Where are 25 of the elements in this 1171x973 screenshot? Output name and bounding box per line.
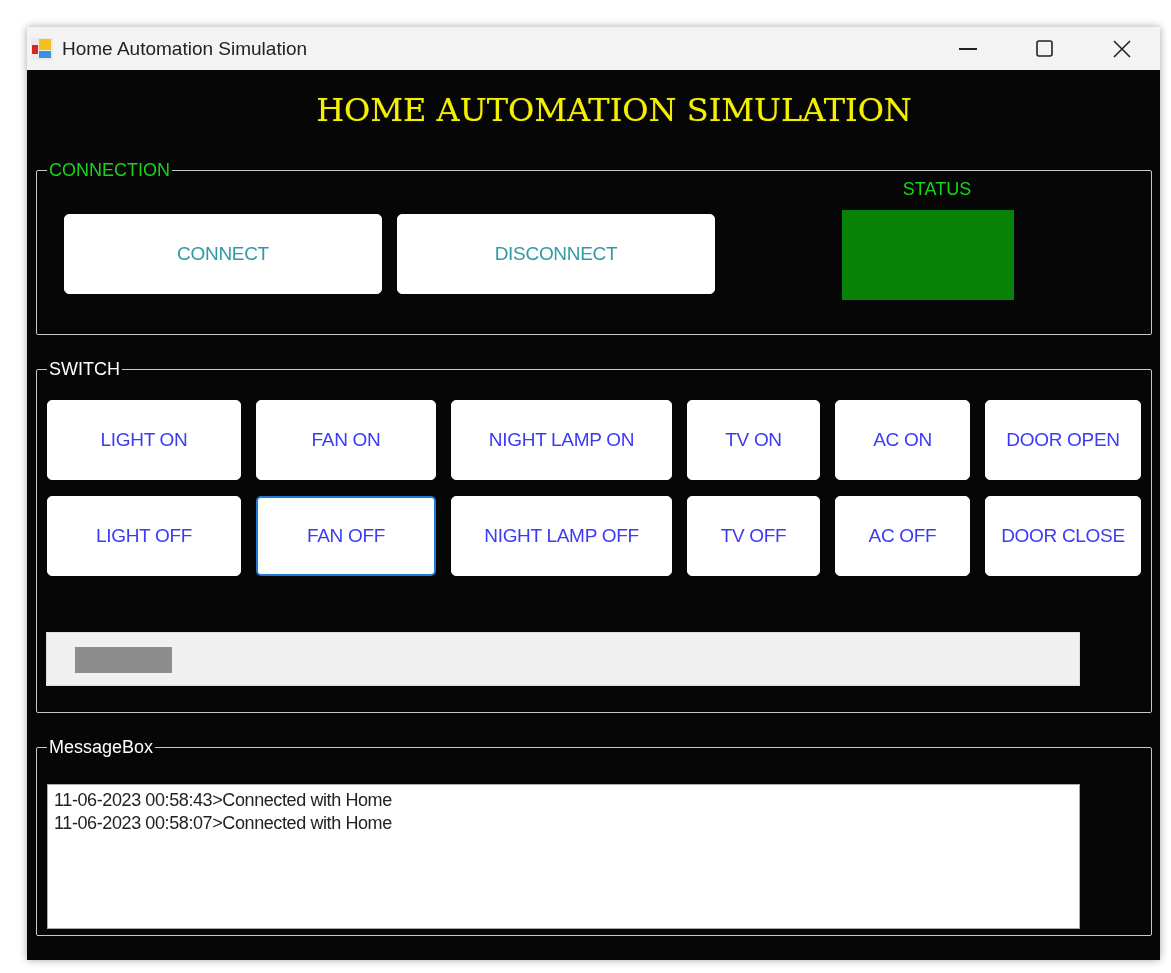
status-label: STATUS (902, 179, 972, 200)
switch-button[interactable]: AC ON (835, 400, 970, 480)
switch-button[interactable]: TV ON (687, 400, 820, 480)
switch-button[interactable]: LIGHT ON (47, 400, 241, 480)
close-icon[interactable] (1112, 39, 1131, 58)
switch-button[interactable]: TV OFF (687, 496, 820, 576)
log-line: 11-06-2023 00:58:07>Connected with Home (54, 812, 393, 835)
minimize-icon[interactable] (958, 47, 977, 50)
switch-button[interactable]: NIGHT LAMP OFF (451, 496, 672, 576)
switch-button[interactable]: FAN ON (256, 400, 436, 480)
group-label: SWITCH (48, 359, 121, 380)
app-icon (30, 36, 54, 61)
group-label: CONNECTION (48, 160, 171, 181)
switch-button[interactable]: NIGHT LAMP ON (451, 400, 672, 480)
window-title: Home Automation Simulation (62, 37, 308, 60)
group-label: MessageBox (48, 737, 155, 758)
maximize-icon[interactable] (1036, 40, 1053, 57)
log-line: 11-06-2023 00:58:43>Connected with Home (54, 789, 393, 812)
switch-button[interactable]: FAN OFF (256, 496, 436, 576)
switch-button[interactable]: LIGHT OFF (47, 496, 241, 576)
switch-button[interactable]: DOOR OPEN (985, 400, 1141, 480)
app-heading: HOME AUTOMATION SIMULATION (315, 90, 913, 131)
switch-button[interactable]: DOOR CLOSE (985, 496, 1141, 576)
message-text-area[interactable]: 11-06-2023 00:58:43>Connected with Home 11-06-2023 00:58:07>Connected with Home (47, 784, 1080, 929)
switch-button[interactable]: AC OFF (835, 496, 970, 576)
